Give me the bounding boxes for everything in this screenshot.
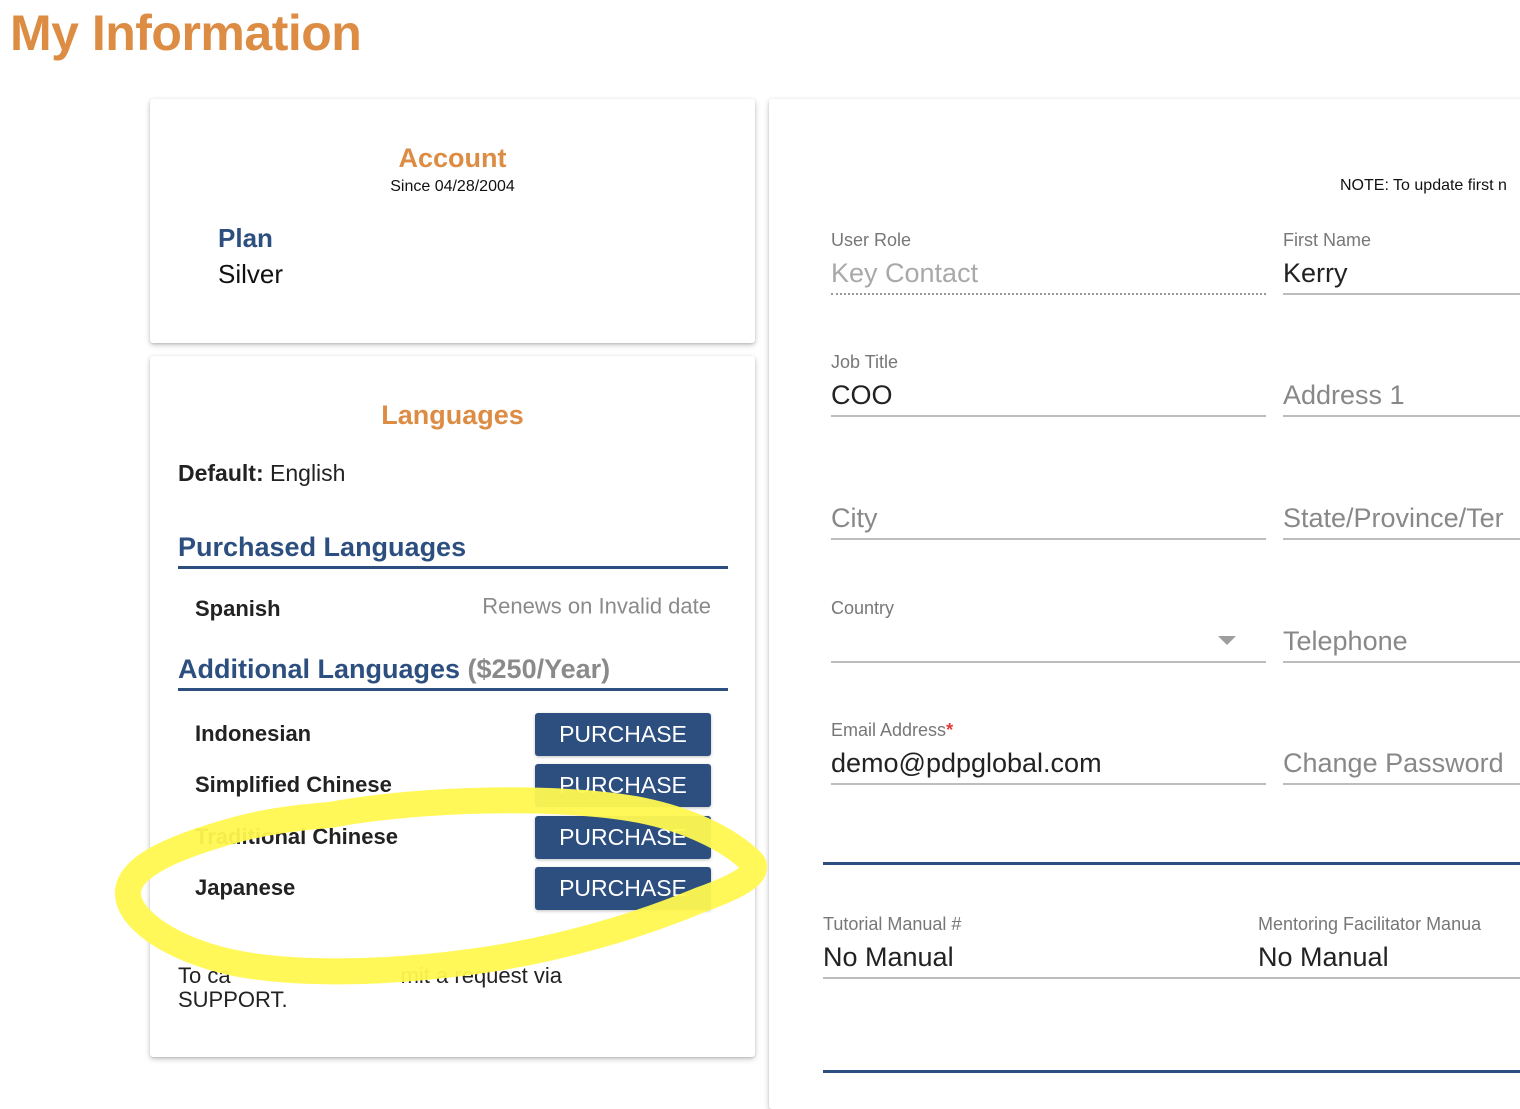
update-name-note: NOTE: To update first n: [1340, 177, 1507, 194]
mentoring-manual-field: Mentoring Facilitator Manua No Manual: [1258, 913, 1520, 979]
account-card: Account Since 04/28/2004 Plan Silver: [150, 99, 755, 343]
default-language: Default: English: [178, 460, 345, 487]
city-input[interactable]: City: [831, 496, 1266, 540]
required-mark: *: [946, 720, 954, 740]
first-name-field: First Name Kerry: [1283, 229, 1520, 295]
purchase-indonesian-button[interactable]: PURCHASE: [535, 713, 711, 756]
cancel-note-end: mit a request via: [400, 963, 562, 988]
purchased-languages-heading: Purchased Languages: [178, 530, 728, 569]
user-info-card: NOTE: To update first n User Role Key Co…: [769, 99, 1520, 1109]
additional-languages-title: Additional Languages: [178, 654, 461, 684]
first-name-input[interactable]: Kerry: [1283, 251, 1520, 295]
language-name: Simplified Chinese: [195, 772, 392, 797]
plan-label: Plan: [218, 223, 273, 253]
telephone-field: Telephone: [1283, 597, 1520, 663]
support-link[interactable]: SUPPORT.: [178, 987, 288, 1012]
email-label-text: Email Address: [831, 720, 947, 740]
section-divider: [823, 1070, 1520, 1073]
telephone-input[interactable]: Telephone: [1283, 619, 1520, 663]
purchase-traditional-chinese-button[interactable]: PURCHASE: [535, 816, 711, 859]
page-title: My Information: [10, 5, 362, 61]
mentoring-manual-label: Mentoring Facilitator Manua: [1258, 914, 1482, 934]
additional-language-row: Traditional Chinese PURCHASE: [195, 816, 711, 859]
dropdown-arrow-icon[interactable]: [1218, 636, 1236, 645]
plan-value: Silver: [218, 259, 284, 289]
country-field: Country: [831, 597, 1266, 663]
mentoring-manual-value[interactable]: No Manual: [1258, 935, 1520, 979]
job-title-input[interactable]: COO: [831, 373, 1266, 417]
state-input[interactable]: State/Province/Ter: [1283, 496, 1520, 540]
language-name: Japanese: [195, 875, 296, 900]
email-input[interactable]: demo@pdpglobal.com: [831, 741, 1266, 785]
change-password-input[interactable]: Change Password: [1283, 741, 1520, 785]
job-title-label: Job Title: [831, 352, 899, 372]
language-name: Traditional Chinese: [195, 824, 398, 849]
address1-field: Address 1: [1283, 351, 1520, 417]
additional-language-row: Indonesian PURCHASE: [195, 713, 711, 756]
section-divider: [823, 862, 1520, 865]
additional-language-row: Japanese PURCHASE: [195, 867, 711, 910]
renewal-status: Renews on Invalid date: [482, 593, 711, 619]
tutorial-manual-label: Tutorial Manual #: [823, 914, 962, 934]
email-label: Email Address*: [831, 719, 1266, 741]
language-name: Spanish: [195, 596, 281, 621]
additional-languages-price: ($250/Year): [467, 654, 611, 684]
tutorial-manual-field: Tutorial Manual # No Manual: [823, 913, 1258, 979]
account-since: Since 04/28/2004: [390, 178, 515, 195]
city-field: City: [831, 474, 1266, 540]
purchased-language-row: Spanish Renews on Invalid date: [195, 588, 711, 630]
first-name-label: First Name: [1283, 230, 1372, 250]
account-heading: Account: [398, 143, 507, 173]
languages-heading: Languages: [381, 400, 524, 430]
purchase-japanese-button[interactable]: PURCHASE: [535, 867, 711, 910]
job-title-field: Job Title COO: [831, 351, 1266, 417]
user-role-field: User Role Key Contact: [831, 229, 1266, 295]
change-password-field: Change Password: [1283, 719, 1520, 785]
email-field: Email Address* demo@pdpglobal.com: [831, 719, 1266, 785]
default-language-label: Default:: [178, 460, 264, 486]
country-select[interactable]: [831, 619, 1266, 663]
tutorial-manual-value[interactable]: No Manual: [823, 935, 1258, 979]
user-role-input: Key Contact: [831, 251, 1266, 295]
purchase-simplified-chinese-button[interactable]: PURCHASE: [535, 764, 711, 807]
languages-card: Languages Default: English Purchased Lan…: [150, 356, 755, 1057]
cancel-note-start: To ca: [178, 963, 231, 988]
language-name: Indonesian: [195, 721, 312, 746]
address1-input[interactable]: Address 1: [1283, 373, 1520, 417]
country-label: Country: [831, 598, 895, 618]
additional-language-row: Simplified Chinese PURCHASE: [195, 764, 711, 807]
cancel-note: To ca mit a request via SUPPORT.: [178, 964, 698, 1012]
state-field: State/Province/Ter: [1283, 474, 1520, 540]
default-language-value: English: [270, 460, 346, 486]
additional-languages-heading: Additional Languages ($250/Year): [178, 652, 728, 691]
user-role-label: User Role: [831, 230, 912, 250]
